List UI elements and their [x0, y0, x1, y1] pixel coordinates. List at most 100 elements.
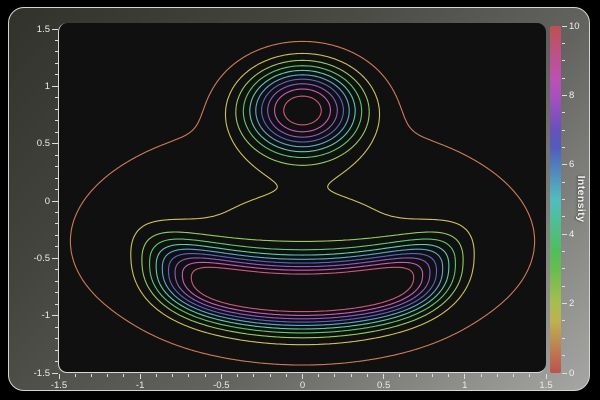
colorbar-major-tick	[562, 303, 568, 304]
colorbar-major-tick	[562, 373, 568, 374]
y-minor-tick	[55, 235, 58, 236]
colorbar-minor-tick	[562, 338, 565, 339]
y-minor-tick	[55, 327, 58, 328]
contour-level-2.5	[142, 60, 463, 338]
y-minor-tick	[55, 155, 58, 156]
y-major-tick	[52, 143, 58, 144]
colorbar-minor-tick	[562, 147, 565, 148]
x-minor-tick	[123, 374, 124, 377]
y-minor-tick	[55, 178, 58, 179]
x-minor-tick	[334, 374, 335, 377]
x-major-tick	[140, 374, 141, 379]
y-minor-tick	[55, 350, 58, 351]
y-minor-tick	[55, 40, 58, 41]
colorbar-minor-tick	[562, 355, 565, 356]
colorbar-minor-tick	[562, 320, 565, 321]
colorbar-minor-tick	[562, 268, 565, 269]
x-minor-tick	[286, 374, 287, 377]
colorbar-gradient	[550, 26, 561, 373]
x-tick-label: 0	[289, 380, 317, 391]
x-minor-tick	[432, 374, 433, 377]
x-major-tick	[546, 374, 547, 379]
colorbar-minor-tick	[562, 182, 565, 183]
y-tick-label: 0	[17, 196, 50, 207]
y-major-tick	[52, 373, 58, 374]
y-minor-tick	[55, 338, 58, 339]
y-tick-label: 1.5	[17, 24, 50, 35]
colorbar-title: Intensity	[575, 176, 587, 223]
x-major-tick	[383, 374, 384, 379]
x-major-tick	[464, 374, 465, 379]
colorbar-major-tick	[562, 95, 568, 96]
contour-level-0.5	[70, 41, 534, 365]
x-minor-tick	[367, 374, 368, 377]
x-minor-tick	[399, 374, 400, 377]
x-minor-tick	[270, 374, 271, 377]
contour-level-9.5	[191, 96, 413, 312]
x-minor-tick	[351, 374, 352, 377]
x-minor-tick	[156, 374, 157, 377]
colorbar-tick-label: 10	[569, 21, 587, 32]
contour-level-6.5	[169, 79, 437, 322]
colorbar-minor-tick	[562, 286, 565, 287]
colorbar-tick-label: 4	[569, 229, 587, 240]
x-tick-label: -0.5	[207, 380, 235, 391]
x-minor-tick	[172, 374, 173, 377]
x-minor-tick	[107, 374, 108, 377]
y-tick-label: 0.5	[17, 138, 50, 149]
x-minor-tick	[237, 374, 238, 377]
y-major-tick	[52, 29, 58, 30]
x-minor-tick	[448, 374, 449, 377]
y-minor-tick	[55, 246, 58, 247]
x-major-tick	[302, 374, 303, 379]
colorbar-minor-tick	[562, 112, 565, 113]
y-tick-label: -1.5	[17, 368, 50, 379]
x-tick-label: 1	[451, 380, 479, 391]
colorbar-minor-tick	[562, 43, 565, 44]
contour-lines	[58, 23, 546, 373]
x-minor-tick	[529, 374, 530, 377]
colorbar-tick-label: 8	[569, 90, 587, 101]
y-major-tick	[52, 315, 58, 316]
y-minor-tick	[55, 120, 58, 121]
x-minor-tick	[416, 374, 417, 377]
contour-level-3.5	[150, 66, 456, 333]
colorbar-tick-label: 6	[569, 159, 587, 170]
x-minor-tick	[318, 374, 319, 377]
x-minor-tick	[497, 374, 498, 377]
y-minor-tick	[55, 189, 58, 190]
x-major-tick	[221, 374, 222, 379]
colorbar-major-tick	[562, 164, 568, 165]
y-minor-tick	[55, 51, 58, 52]
x-minor-tick	[513, 374, 514, 377]
contour-level-8.5	[182, 89, 422, 315]
contour-level-4.5	[156, 70, 449, 329]
y-minor-tick	[55, 109, 58, 110]
x-minor-tick	[188, 374, 189, 377]
x-tick-label: -1	[126, 380, 154, 391]
y-minor-tick	[55, 166, 58, 167]
y-major-tick	[52, 86, 58, 87]
x-minor-tick	[205, 374, 206, 377]
contour-level-5.5	[162, 75, 442, 326]
colorbar-tick-label: 0	[569, 368, 587, 379]
y-major-tick	[52, 201, 58, 202]
x-tick-label: 0.5	[370, 380, 398, 391]
colorbar-minor-tick	[562, 78, 565, 79]
y-tick-label: -0.5	[17, 253, 50, 264]
x-minor-tick	[253, 374, 254, 377]
y-minor-tick	[55, 269, 58, 270]
y-minor-tick	[55, 132, 58, 133]
y-minor-tick	[55, 63, 58, 64]
y-major-tick	[52, 258, 58, 259]
colorbar-major-tick	[562, 26, 568, 27]
app-window: -1.5-1-0.500.511.5 -1.5-1-0.500.511.5 02…	[0, 0, 600, 400]
y-minor-tick	[55, 304, 58, 305]
x-minor-tick	[75, 374, 76, 377]
x-tick-label: -1.5	[45, 380, 73, 391]
y-minor-tick	[55, 361, 58, 362]
y-minor-tick	[55, 223, 58, 224]
x-tick-label: 1.5	[532, 380, 560, 391]
colorbar-minor-tick	[562, 130, 565, 131]
x-minor-tick	[91, 374, 92, 377]
